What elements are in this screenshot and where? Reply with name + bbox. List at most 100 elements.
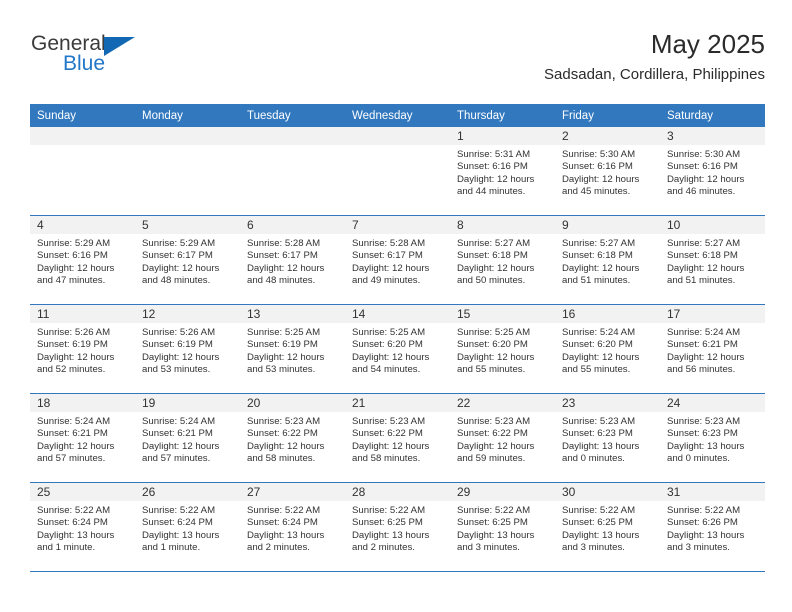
calendar-day-cell[interactable]: 3 Sunrise: 5:30 AM Sunset: 6:16 PM Daylight… xyxy=(660,127,765,216)
calendar-day-cell[interactable]: 7 Sunrise: 5:28 AM Sunset: 6:17 PM Daylight… xyxy=(345,215,450,305)
day-number: 1 xyxy=(450,127,555,145)
day-details: Sunrise: 5:27 AM Sunset: 6:18 PM Daylight:… xyxy=(450,234,555,288)
calendar-day-cell[interactable]: 12 Sunrise: 5:26 AM Sunset: 6:19 PM Dayligh… xyxy=(135,304,240,394)
day-details: Sunrise: 5:24 AM Sunset: 6:21 PM Daylight:… xyxy=(30,412,135,466)
sunset-text: Sunset: 6:17 PM xyxy=(352,250,423,262)
daylight-text: Daylight: 12 hours and 57 minutes. xyxy=(37,440,115,465)
day-cell-inner: 20 Sunrise: 5:23 AM Sunset: 6:22 PM Dayligh… xyxy=(240,394,345,482)
calendar-day-cell[interactable]: 31 Sunrise: 5:22 AM Sunset: 6:26 PM Dayligh… xyxy=(660,482,765,572)
daylight-text: Daylight: 12 hours and 55 minutes. xyxy=(457,351,535,376)
day-number: 20 xyxy=(240,394,345,412)
calendar-day-cell[interactable]: 17 Sunrise: 5:24 AM Sunset: 6:21 PM Dayligh… xyxy=(660,304,765,394)
sunset-text: Sunset: 6:25 PM xyxy=(457,517,528,529)
calendar-day-cell[interactable]: 22 Sunrise: 5:23 AM Sunset: 6:22 PM Dayligh… xyxy=(450,393,555,483)
day-cell-inner: 19 Sunrise: 5:24 AM Sunset: 6:21 PM Dayligh… xyxy=(135,394,240,482)
day-cell-inner xyxy=(135,127,240,215)
calendar-day-cell[interactable]: 14 Sunrise: 5:25 AM Sunset: 6:20 PM Dayligh… xyxy=(345,304,450,394)
day-cell-inner: 5 Sunrise: 5:29 AM Sunset: 6:17 PM Daylight… xyxy=(135,216,240,304)
calendar-day-cell[interactable]: 10 Sunrise: 5:27 AM Sunset: 6:18 PM Dayligh… xyxy=(660,215,765,305)
calendar-day-cell[interactable]: 29 Sunrise: 5:22 AM Sunset: 6:25 PM Dayligh… xyxy=(450,482,555,572)
blue-triangle-icon xyxy=(104,37,135,56)
calendar-day-cell[interactable]: 27 Sunrise: 5:22 AM Sunset: 6:24 PM Dayligh… xyxy=(240,482,345,572)
day-cell-inner: 30 Sunrise: 5:22 AM Sunset: 6:25 PM Dayligh… xyxy=(555,483,660,571)
day-details: Sunrise: 5:24 AM Sunset: 6:21 PM Daylight:… xyxy=(660,323,765,377)
sunset-text: Sunset: 6:18 PM xyxy=(562,250,633,262)
calendar-day-cell[interactable]: 15 Sunrise: 5:25 AM Sunset: 6:20 PM Dayligh… xyxy=(450,304,555,394)
calendar-day-cell[interactable]: 30 Sunrise: 5:22 AM Sunset: 6:25 PM Dayligh… xyxy=(555,482,660,572)
general-blue-logo[interactable]: General Blue xyxy=(30,32,180,88)
sunset-text: Sunset: 6:24 PM xyxy=(142,517,213,529)
daylight-text: Daylight: 12 hours and 55 minutes. xyxy=(562,351,640,376)
sunrise-text: Sunrise: 5:26 AM xyxy=(37,327,111,338)
sunrise-text: Sunrise: 5:25 AM xyxy=(247,327,321,338)
calendar-day-cell[interactable]: 20 Sunrise: 5:23 AM Sunset: 6:22 PM Dayligh… xyxy=(240,393,345,483)
sunset-text: Sunset: 6:19 PM xyxy=(247,339,318,351)
calendar-day-cell[interactable]: 8 Sunrise: 5:27 AM Sunset: 6:18 PM Daylight… xyxy=(450,215,555,305)
calendar-cell-empty xyxy=(135,127,240,216)
daylight-text: Daylight: 12 hours and 50 minutes. xyxy=(457,262,535,287)
day-cell-inner xyxy=(345,127,450,215)
calendar-day-cell[interactable]: 28 Sunrise: 5:22 AM Sunset: 6:25 PM Dayligh… xyxy=(345,482,450,572)
day-number: 3 xyxy=(660,127,765,145)
sunset-text: Sunset: 6:17 PM xyxy=(142,250,213,262)
page-subtitle: Sadsadan, Cordillera, Philippines xyxy=(544,66,765,83)
sunset-text: Sunset: 6:16 PM xyxy=(457,161,528,173)
daylight-text: Daylight: 13 hours and 1 minute. xyxy=(142,529,220,554)
day-cell-inner: 22 Sunrise: 5:23 AM Sunset: 6:22 PM Dayligh… xyxy=(450,394,555,482)
calendar-day-cell[interactable]: 23 Sunrise: 5:23 AM Sunset: 6:23 PM Dayligh… xyxy=(555,393,660,483)
daylight-text: Daylight: 12 hours and 53 minutes. xyxy=(142,351,220,376)
calendar-day-cell[interactable]: 16 Sunrise: 5:24 AM Sunset: 6:20 PM Dayligh… xyxy=(555,304,660,394)
day-number: 30 xyxy=(555,483,660,501)
day-cell-inner: 18 Sunrise: 5:24 AM Sunset: 6:21 PM Dayligh… xyxy=(30,394,135,482)
daylight-text: Daylight: 12 hours and 46 minutes. xyxy=(667,173,745,198)
day-cell-inner: 1 Sunrise: 5:31 AM Sunset: 6:16 PM Daylight… xyxy=(450,127,555,215)
daylight-text: Daylight: 12 hours and 56 minutes. xyxy=(667,351,745,376)
sunset-text: Sunset: 6:19 PM xyxy=(142,339,213,351)
sunset-text: Sunset: 6:22 PM xyxy=(352,428,423,440)
day-number: 28 xyxy=(345,483,450,501)
sunrise-text: Sunrise: 5:22 AM xyxy=(562,505,636,516)
sunset-text: Sunset: 6:24 PM xyxy=(247,517,318,529)
calendar-week-row: 18 Sunrise: 5:24 AM Sunset: 6:21 PM Dayligh… xyxy=(30,393,765,483)
sunrise-text: Sunrise: 5:31 AM xyxy=(457,149,531,160)
sunrise-text: Sunrise: 5:22 AM xyxy=(37,505,111,516)
calendar-day-cell[interactable]: 13 Sunrise: 5:25 AM Sunset: 6:19 PM Dayligh… xyxy=(240,304,345,394)
sunset-text: Sunset: 6:20 PM xyxy=(562,339,633,351)
weekday-header-saturday: Saturday xyxy=(660,104,765,127)
calendar-day-cell[interactable]: 19 Sunrise: 5:24 AM Sunset: 6:21 PM Dayligh… xyxy=(135,393,240,483)
sunset-text: Sunset: 6:21 PM xyxy=(37,428,108,440)
calendar-day-cell[interactable]: 5 Sunrise: 5:29 AM Sunset: 6:17 PM Daylight… xyxy=(135,215,240,305)
day-number: 18 xyxy=(30,394,135,412)
day-cell-inner: 24 Sunrise: 5:23 AM Sunset: 6:23 PM Dayligh… xyxy=(660,394,765,482)
title-block: May 2025 Sadsadan, Cordillera, Philippin… xyxy=(544,28,765,84)
sunset-text: Sunset: 6:22 PM xyxy=(247,428,318,440)
daylight-text: Daylight: 13 hours and 2 minutes. xyxy=(247,529,325,554)
day-cell-inner: 10 Sunrise: 5:27 AM Sunset: 6:18 PM Dayligh… xyxy=(660,216,765,304)
calendar-day-cell[interactable]: 9 Sunrise: 5:27 AM Sunset: 6:18 PM Daylight… xyxy=(555,215,660,305)
calendar-day-cell[interactable]: 24 Sunrise: 5:23 AM Sunset: 6:23 PM Dayligh… xyxy=(660,393,765,483)
sunset-text: Sunset: 6:22 PM xyxy=(457,428,528,440)
day-cell-inner xyxy=(240,127,345,215)
calendar-grid: Sunday Monday Tuesday Wednesday Thursday Frid… xyxy=(30,104,765,572)
calendar-day-cell[interactable]: 21 Sunrise: 5:23 AM Sunset: 6:22 PM Dayligh… xyxy=(345,393,450,483)
day-details: Sunrise: 5:25 AM Sunset: 6:19 PM Daylight:… xyxy=(240,323,345,377)
daylight-text: Daylight: 12 hours and 51 minutes. xyxy=(562,262,640,287)
day-details: Sunrise: 5:22 AM Sunset: 6:25 PM Daylight:… xyxy=(450,501,555,555)
calendar-header-row: Sunday Monday Tuesday Wednesday Thursday Frid… xyxy=(30,104,765,127)
sunrise-text: Sunrise: 5:27 AM xyxy=(667,238,741,249)
calendar-day-cell[interactable]: 4 Sunrise: 5:29 AM Sunset: 6:16 PM Daylight… xyxy=(30,215,135,305)
sunrise-text: Sunrise: 5:23 AM xyxy=(667,416,741,427)
calendar-day-cell[interactable]: 6 Sunrise: 5:28 AM Sunset: 6:17 PM Daylight… xyxy=(240,215,345,305)
sunrise-text: Sunrise: 5:24 AM xyxy=(667,327,741,338)
calendar-day-cell[interactable]: 18 Sunrise: 5:24 AM Sunset: 6:21 PM Dayligh… xyxy=(30,393,135,483)
sunrise-text: Sunrise: 5:29 AM xyxy=(37,238,111,249)
calendar-day-cell[interactable]: 1 Sunrise: 5:31 AM Sunset: 6:16 PM Daylight… xyxy=(450,127,555,216)
sunrise-text: Sunrise: 5:24 AM xyxy=(37,416,111,427)
weekday-header-monday: Monday xyxy=(135,104,240,127)
calendar-day-cell[interactable]: 2 Sunrise: 5:30 AM Sunset: 6:16 PM Daylight… xyxy=(555,127,660,216)
calendar-day-cell[interactable]: 25 Sunrise: 5:22 AM Sunset: 6:24 PM Dayligh… xyxy=(30,482,135,572)
calendar-day-cell[interactable]: 26 Sunrise: 5:22 AM Sunset: 6:24 PM Dayligh… xyxy=(135,482,240,572)
sunrise-text: Sunrise: 5:23 AM xyxy=(457,416,531,427)
calendar-day-cell[interactable]: 11 Sunrise: 5:26 AM Sunset: 6:19 PM Dayligh… xyxy=(30,304,135,394)
calendar-week-row: 1 Sunrise: 5:31 AM Sunset: 6:16 PM Daylight… xyxy=(30,127,765,216)
